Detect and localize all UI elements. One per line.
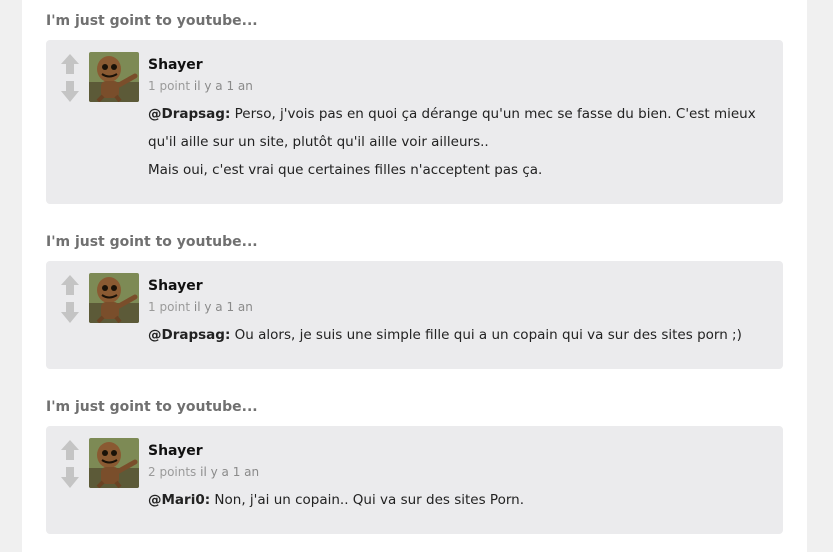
thread: I'm just goint to youtube... <box>46 233 783 373</box>
comment-points: 1 point <box>148 300 191 314</box>
mention-link[interactable]: @Mari0: <box>148 492 210 508</box>
comment-author[interactable]: Shayer <box>148 56 773 76</box>
comment: Shayer 1 point il y a 1 an @Drapsag: Ou … <box>46 261 783 369</box>
comment: Shayer 1 point il y a 1 an @Drapsag: Per… <box>46 40 783 204</box>
mention-link[interactable]: @Drapsag: <box>148 327 230 343</box>
comment-meta: 1 point il y a 1 an <box>148 299 773 321</box>
arrow-down-icon[interactable] <box>61 81 79 102</box>
avatar[interactable] <box>89 273 139 323</box>
arrow-up-icon[interactable] <box>61 54 79 74</box>
thread: I'm just goint to youtube... <box>46 12 783 206</box>
comment-points: 2 points <box>148 465 197 479</box>
comment-content: Shayer 1 point il y a 1 an @Drapsag: Per… <box>148 56 773 184</box>
comment-meta: 2 points il y a 1 an <box>148 464 773 486</box>
thread-title[interactable]: I'm just goint to youtube... <box>46 398 258 416</box>
arrow-up-icon[interactable] <box>61 275 79 295</box>
comment-body: @Drapsag: Perso, j'vois pas en quoi ça d… <box>148 100 773 184</box>
avatar[interactable] <box>89 438 139 488</box>
comment-body: @Mari0: Non, j'ai un copain.. Qui va sur… <box>148 486 773 514</box>
arrow-up-icon[interactable] <box>61 440 79 460</box>
thread: I'm just goint to youtube... <box>46 398 783 538</box>
comment-text: Non, j'ai un copain.. Qui va sur des sit… <box>210 492 524 508</box>
comment-line: @Mari0: Non, j'ai un copain.. Qui va sur… <box>148 486 773 514</box>
comment-time: il y a 1 an <box>193 300 253 314</box>
vote-controls <box>61 275 79 323</box>
comment-time: il y a 1 an <box>193 79 253 93</box>
page: I'm just goint to youtube... Shayer 1 po… <box>22 0 807 552</box>
mention-link[interactable]: @Drapsag: <box>148 106 230 122</box>
comment: Shayer 2 points il y a 1 an @Mari0: Non,… <box>46 426 783 534</box>
comment-content: Shayer 1 point il y a 1 an @Drapsag: Ou … <box>148 277 773 349</box>
vote-controls <box>61 54 79 102</box>
thread-title[interactable]: I'm just goint to youtube... <box>46 233 258 251</box>
thread-title[interactable]: I'm just goint to youtube... <box>46 12 258 30</box>
comment-body: @Drapsag: Ou alors, je suis une simple f… <box>148 321 773 349</box>
comment-text: Ou alors, je suis une simple fille qui a… <box>230 327 742 343</box>
arrow-down-icon[interactable] <box>61 302 79 323</box>
comment-line: @Drapsag: Ou alors, je suis une simple f… <box>148 321 773 349</box>
comment-meta: 1 point il y a 1 an <box>148 78 773 100</box>
avatar[interactable] <box>89 52 139 102</box>
comment-line: @Drapsag: Perso, j'vois pas en quoi ça d… <box>148 100 773 156</box>
arrow-down-icon[interactable] <box>61 467 79 488</box>
comment-line: Mais oui, c'est vrai que certaines fille… <box>148 162 543 178</box>
comment-content: Shayer 2 points il y a 1 an @Mari0: Non,… <box>148 442 773 514</box>
comment-points: 1 point <box>148 79 191 93</box>
comment-text: Perso, j'vois pas en quoi ça dérange qu'… <box>148 106 756 150</box>
vote-controls <box>61 440 79 488</box>
comment-author[interactable]: Shayer <box>148 277 773 297</box>
comment-author[interactable]: Shayer <box>148 442 773 462</box>
comment-time: il y a 1 an <box>200 465 260 479</box>
